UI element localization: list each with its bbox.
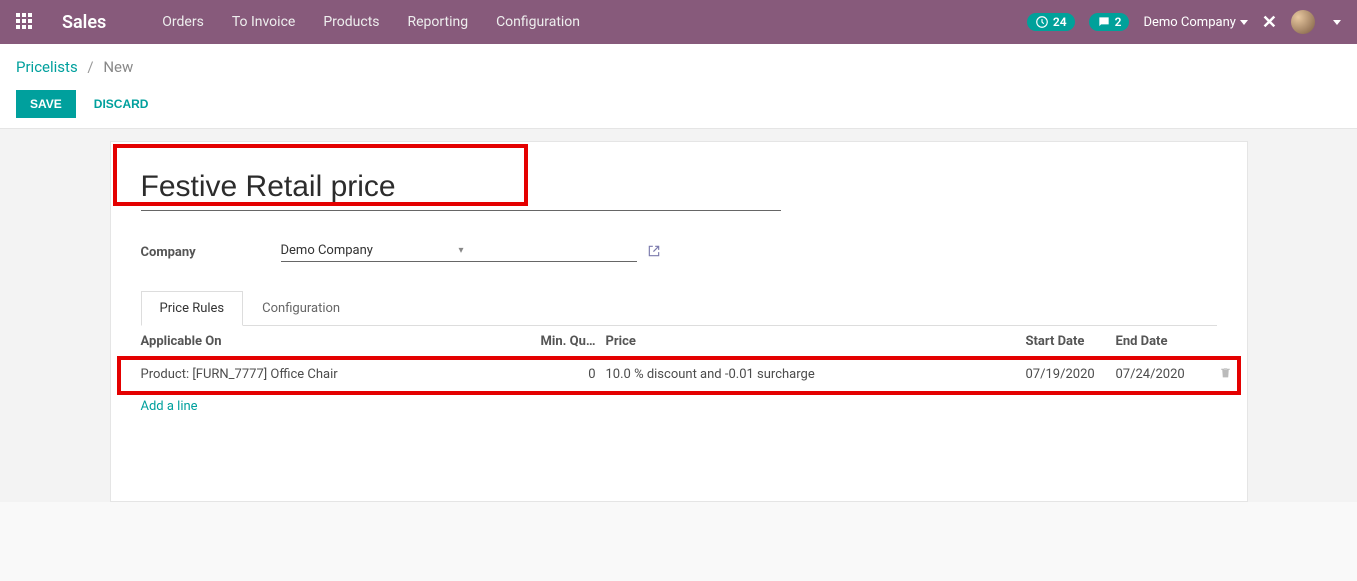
col-start: Start Date	[1026, 334, 1116, 349]
main-menu: Orders To Invoice Products Reporting Con…	[150, 8, 592, 36]
chevron-down-icon	[1240, 20, 1248, 25]
form-sheet: Company Demo Company ▾ Price Rules Confi…	[110, 141, 1248, 502]
cell-start: 07/19/2020	[1026, 367, 1116, 382]
menu-configuration[interactable]: Configuration	[484, 8, 592, 36]
tabs: Price Rules Configuration	[141, 290, 1217, 326]
pricelist-name-input[interactable]	[141, 166, 781, 211]
col-applicable: Applicable On	[141, 334, 536, 349]
col-end: End Date	[1116, 334, 1211, 349]
top-navbar: Sales Orders To Invoice Products Reporti…	[0, 0, 1357, 44]
cell-end: 07/24/2020	[1116, 367, 1211, 382]
debug-close-icon[interactable]: ✕	[1262, 12, 1277, 33]
activity-badge[interactable]: 24	[1027, 13, 1075, 31]
user-avatar[interactable]	[1291, 10, 1315, 34]
company-selector[interactable]: Demo Company	[1143, 15, 1247, 30]
tab-configuration[interactable]: Configuration	[243, 291, 359, 326]
messages-badge[interactable]: 2	[1089, 13, 1130, 31]
activity-count: 24	[1053, 15, 1067, 29]
company-row: Company Demo Company ▾	[141, 243, 1217, 262]
chat-icon	[1097, 15, 1111, 29]
cell-applicable: Product: [FURN_7777] Office Chair	[141, 367, 536, 382]
menu-reporting[interactable]: Reporting	[396, 8, 481, 36]
breadcrumb-parent[interactable]: Pricelists	[16, 58, 78, 76]
cell-price: 10.0 % discount and -0.01 surcharge	[606, 367, 1026, 382]
apps-icon[interactable]	[16, 13, 34, 31]
table-header: Applicable On Min. Qu… Price Start Date …	[141, 326, 1217, 358]
sheet-container: Company Demo Company ▾ Price Rules Confi…	[0, 129, 1357, 502]
add-line-link[interactable]: Add a line	[141, 392, 1217, 421]
discard-button[interactable]: DISCARD	[94, 97, 149, 111]
col-price: Price	[606, 334, 1026, 349]
col-min-qty: Min. Qu…	[536, 334, 606, 349]
messages-count: 2	[1115, 15, 1122, 29]
cell-min-qty: 0	[536, 367, 606, 382]
company-value: Demo Company	[281, 243, 459, 258]
tab-price-rules[interactable]: Price Rules	[141, 291, 244, 326]
save-button[interactable]: SAVE	[16, 90, 76, 118]
menu-products[interactable]: Products	[311, 8, 391, 36]
price-rules-table: Applicable On Min. Qu… Price Start Date …	[141, 326, 1217, 421]
chevron-down-icon[interactable]: ▾	[459, 245, 637, 256]
control-panel: Pricelists / New SAVE DISCARD	[0, 44, 1357, 129]
company-field[interactable]: Demo Company ▾	[281, 243, 637, 262]
menu-to-invoice[interactable]: To Invoice	[220, 8, 308, 36]
external-link-icon[interactable]	[647, 244, 661, 262]
menu-orders[interactable]: Orders	[150, 8, 216, 36]
clock-icon	[1035, 15, 1049, 29]
title-wrap	[141, 166, 781, 211]
company-label: Company	[141, 245, 281, 260]
breadcrumb: Pricelists / New	[16, 58, 1341, 76]
table-row[interactable]: Product: [FURN_7777] Office Chair 0 10.0…	[141, 358, 1217, 392]
nav-right: 24 2 Demo Company ✕	[1027, 10, 1341, 34]
action-buttons: SAVE DISCARD	[16, 90, 1341, 118]
chevron-down-icon[interactable]	[1333, 20, 1341, 25]
breadcrumb-current: New	[103, 58, 133, 76]
delete-row-icon[interactable]	[1211, 366, 1241, 383]
brand-title[interactable]: Sales	[62, 12, 106, 33]
